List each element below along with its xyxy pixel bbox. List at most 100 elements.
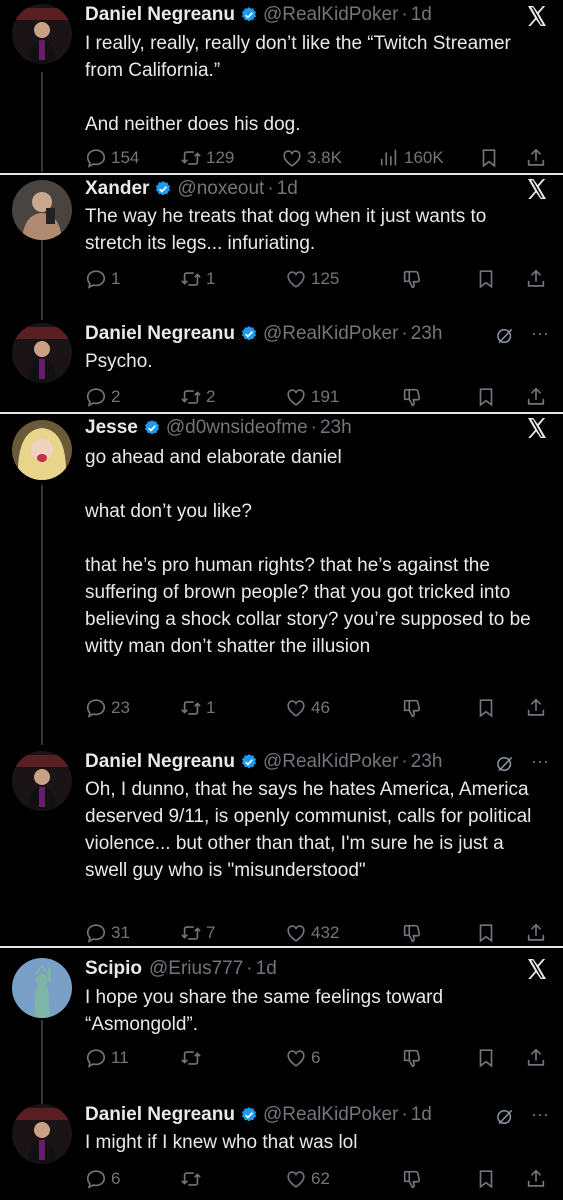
like-button[interactable]: 6 bbox=[285, 1046, 320, 1070]
repost-button[interactable]: 7 bbox=[180, 921, 215, 945]
repost-button[interactable] bbox=[180, 1167, 206, 1191]
dislike-button[interactable] bbox=[401, 921, 427, 945]
reply-button[interactable]: 1 bbox=[85, 267, 120, 291]
bookmark-button[interactable] bbox=[478, 146, 504, 170]
reply-button[interactable]: 31 bbox=[85, 921, 130, 945]
timestamp[interactable]: 1d bbox=[411, 3, 432, 27]
more-options-icon[interactable]: ··· bbox=[529, 1105, 551, 1129]
bookmark-button[interactable] bbox=[475, 696, 501, 720]
like-count: 191 bbox=[311, 387, 340, 406]
like-button[interactable]: 125 bbox=[285, 267, 339, 291]
grok-icon[interactable] bbox=[495, 754, 515, 774]
tweet[interactable]: Jesse @d0wnsideofme · 23h go ahead and e… bbox=[0, 414, 563, 724]
author-name[interactable]: Daniel Negreanu bbox=[85, 3, 235, 27]
repost-button[interactable]: 1 bbox=[180, 696, 215, 720]
tweet[interactable]: Daniel Negreanu @RealKidPoker · 23h ··· … bbox=[0, 748, 563, 944]
author-handle[interactable]: @Erius777 bbox=[149, 957, 243, 981]
more-options-icon[interactable]: ··· bbox=[529, 752, 551, 776]
avatar[interactable] bbox=[12, 180, 72, 240]
like-button[interactable]: 191 bbox=[285, 385, 339, 409]
share-button[interactable] bbox=[525, 385, 551, 409]
grok-icon[interactable] bbox=[495, 326, 515, 346]
tweet[interactable]: Daniel Negreanu @RealKidPoker · 23h ··· … bbox=[0, 318, 563, 410]
share-button[interactable] bbox=[525, 921, 551, 945]
dislike-button[interactable] bbox=[401, 385, 427, 409]
author-name[interactable]: Daniel Negreanu bbox=[85, 322, 235, 346]
timestamp[interactable]: 1d bbox=[256, 957, 277, 981]
bookmark-button[interactable] bbox=[475, 1046, 501, 1070]
views-count: 160K bbox=[404, 148, 444, 167]
views-button[interactable]: 160K bbox=[378, 146, 444, 170]
verified-badge-icon bbox=[240, 753, 258, 771]
timestamp[interactable]: 23h bbox=[320, 416, 352, 440]
author-handle[interactable]: @noxeout bbox=[177, 177, 264, 201]
action-bar: 6 62 bbox=[85, 1167, 551, 1191]
timestamp[interactable]: 23h bbox=[411, 750, 443, 774]
timestamp[interactable]: 1d bbox=[411, 1103, 432, 1127]
like-button[interactable]: 46 bbox=[285, 696, 330, 720]
reply-button[interactable]: 154 bbox=[85, 146, 139, 170]
author-name[interactable]: Daniel Negreanu bbox=[85, 1103, 235, 1127]
dislike-icon bbox=[401, 922, 423, 944]
bookmark-button[interactable] bbox=[475, 385, 501, 409]
bookmark-button[interactable] bbox=[475, 267, 501, 291]
author-handle[interactable]: @d0wnsideofme bbox=[166, 416, 308, 440]
avatar[interactable] bbox=[12, 420, 72, 480]
author-name[interactable]: Daniel Negreanu bbox=[85, 750, 235, 774]
separator-dot: · bbox=[310, 417, 317, 438]
avatar[interactable] bbox=[12, 4, 72, 64]
action-bar: 23 1 46 bbox=[85, 696, 551, 720]
author-handle[interactable]: @RealKidPoker bbox=[263, 750, 398, 774]
like-button[interactable]: 3.8K bbox=[281, 146, 342, 170]
like-button[interactable]: 432 bbox=[285, 921, 339, 945]
bookmark-button[interactable] bbox=[475, 921, 501, 945]
like-count: 62 bbox=[311, 1169, 330, 1188]
avatar[interactable] bbox=[12, 958, 72, 1018]
avatar[interactable] bbox=[12, 1104, 72, 1164]
author-name[interactable]: Scipio bbox=[85, 957, 142, 981]
thread-separator bbox=[0, 946, 563, 948]
tweet[interactable]: Scipio @Erius777 · 1d I hope you share t… bbox=[0, 950, 563, 1075]
grok-icon[interactable] bbox=[495, 1107, 515, 1127]
author-handle[interactable]: @RealKidPoker bbox=[263, 322, 398, 346]
repost-button[interactable] bbox=[180, 1046, 206, 1070]
author-handle[interactable]: @RealKidPoker bbox=[263, 1103, 398, 1127]
author-name[interactable]: Jesse bbox=[85, 416, 138, 440]
separator-dot: · bbox=[401, 751, 408, 772]
like-button[interactable]: 62 bbox=[285, 1167, 330, 1191]
avatar[interactable] bbox=[12, 323, 72, 383]
repost-button[interactable]: 129 bbox=[180, 146, 234, 170]
reply-button[interactable]: 23 bbox=[85, 696, 130, 720]
reply-button[interactable]: 6 bbox=[85, 1167, 120, 1191]
bookmark-icon bbox=[475, 1168, 497, 1190]
more-options-icon[interactable]: ··· bbox=[529, 324, 551, 348]
dislike-button[interactable] bbox=[401, 267, 427, 291]
repost-count: 2 bbox=[206, 387, 216, 406]
timestamp[interactable]: 23h bbox=[411, 322, 443, 346]
bookmark-icon bbox=[475, 922, 497, 944]
tweet[interactable]: Daniel Negreanu @RealKidPoker · 1d ··· I… bbox=[0, 1101, 563, 1200]
dislike-button[interactable] bbox=[401, 1046, 427, 1070]
share-button[interactable] bbox=[525, 146, 551, 170]
reply-icon bbox=[85, 268, 107, 290]
repost-button[interactable]: 2 bbox=[180, 385, 215, 409]
bookmark-button[interactable] bbox=[475, 1167, 501, 1191]
tweet[interactable]: Daniel Negreanu @RealKidPoker · 1d I rea… bbox=[0, 0, 563, 172]
author-handle[interactable]: @RealKidPoker bbox=[263, 3, 398, 27]
reply-icon bbox=[85, 1168, 107, 1190]
timestamp[interactable]: 1d bbox=[277, 177, 298, 201]
repost-button[interactable]: 1 bbox=[180, 267, 215, 291]
share-button[interactable] bbox=[525, 1167, 551, 1191]
dislike-button[interactable] bbox=[401, 696, 427, 720]
share-button[interactable] bbox=[525, 267, 551, 291]
reply-button[interactable]: 11 bbox=[85, 1046, 129, 1070]
reply-button[interactable]: 2 bbox=[85, 385, 120, 409]
author-name[interactable]: Xander bbox=[85, 177, 149, 201]
share-button[interactable] bbox=[525, 1046, 551, 1070]
dislike-button[interactable] bbox=[401, 1167, 427, 1191]
avatar[interactable] bbox=[12, 751, 72, 811]
separator-dot: · bbox=[401, 1104, 408, 1125]
share-button[interactable] bbox=[525, 696, 551, 720]
tweet[interactable]: Xander @noxeout · 1d The way he treats t… bbox=[0, 175, 563, 315]
x-logo-icon bbox=[525, 957, 549, 981]
